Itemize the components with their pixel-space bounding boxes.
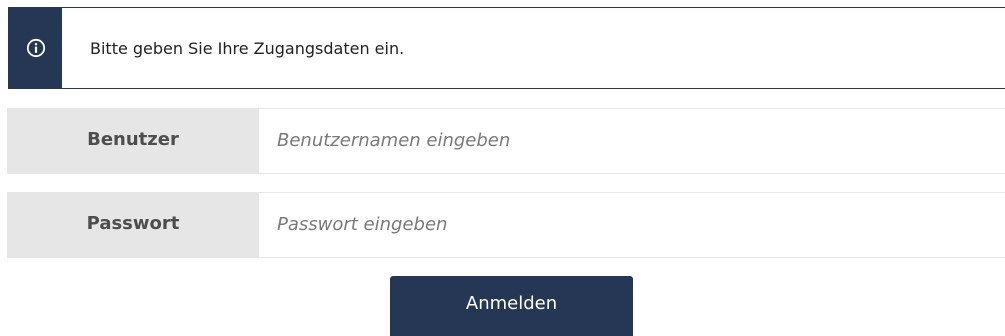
login-page: Bitte geben Sie Ihre Zugangsdaten ein. B…	[0, 0, 1005, 336]
password-input[interactable]	[259, 192, 1005, 258]
password-label: Passwort	[7, 192, 259, 258]
info-banner: Bitte geben Sie Ihre Zugangsdaten ein.	[8, 7, 1005, 89]
info-icon-container	[9, 8, 62, 88]
login-button[interactable]: Anmelden	[390, 276, 633, 336]
info-message: Bitte geben Sie Ihre Zugangsdaten ein.	[90, 38, 405, 58]
username-input[interactable]	[259, 108, 1005, 174]
info-circle-icon	[26, 38, 45, 58]
password-row: Passwort	[7, 192, 1005, 258]
username-label: Benutzer	[7, 108, 259, 174]
username-row: Benutzer	[7, 108, 1005, 174]
